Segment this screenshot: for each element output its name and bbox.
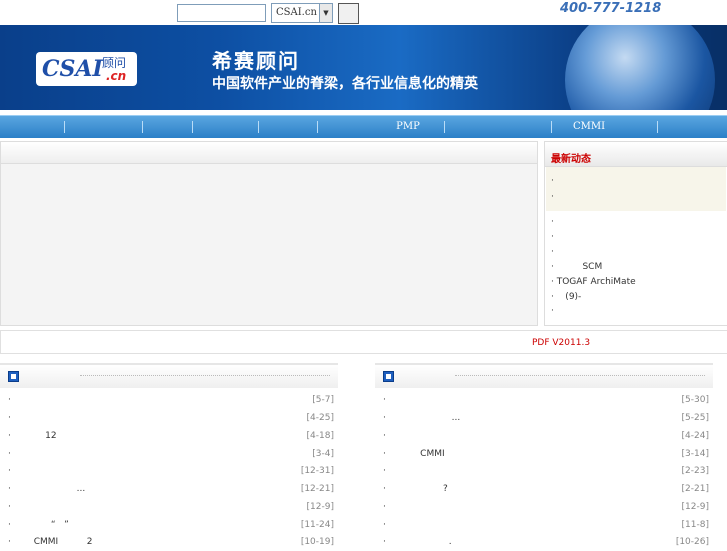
site-select[interactable]: CSAI.cn ▼: [271, 3, 333, 23]
list-item[interactable]: · ? [2-21]: [375, 480, 715, 498]
news-column-right: · [5-30] · ... [5-25] · [4-24] · CMMI [3-14]…: [375, 363, 715, 547]
banner-slogan: 中国软件产业的脊梁，各行业信息化的精英: [212, 76, 478, 92]
side-item[interactable]: · SCM: [551, 262, 602, 272]
side-highlight: [546, 167, 726, 211]
list-item[interactable]: · . [10-26]: [375, 533, 715, 551]
logo-text: CSAI: [42, 56, 103, 82]
side-item[interactable]: ·: [551, 247, 554, 257]
side-panel-title: 最新动态: [551, 154, 591, 165]
nav-item-7[interactable]: [445, 116, 551, 138]
nav-item-3[interactable]: [143, 116, 192, 138]
nav-item-5[interactable]: [259, 116, 317, 138]
logo[interactable]: CSAI 顾问 .cn: [36, 52, 137, 86]
list-item[interactable]: · CMMI [3-14]: [375, 445, 715, 463]
main-panel: [0, 141, 538, 326]
list-item[interactable]: · [2-23]: [375, 462, 715, 480]
nav-item-9[interactable]: [658, 116, 727, 138]
nav-item-2[interactable]: [65, 116, 142, 138]
side-item[interactable]: · (9)-: [551, 292, 581, 302]
side-item[interactable]: ·: [551, 217, 554, 227]
list-item[interactable]: · [11-8]: [375, 516, 715, 534]
list-item[interactable]: · “ ” [11-24]: [0, 516, 340, 534]
pdf-notice: PDF V2011.3: [0, 330, 727, 354]
divider: [455, 375, 705, 376]
top-bar: CSAI.cn ▼ 400-777-1218: [0, 0, 727, 24]
logo-domain: .cn: [106, 69, 127, 83]
banner: CSAI 顾问 .cn 希赛顾问 中国软件产业的脊梁，各行业信息化的精英: [0, 25, 727, 110]
news-header-left: [0, 363, 338, 388]
banner-title: 希赛顾问: [212, 49, 300, 73]
list-item[interactable]: · [12-9]: [0, 498, 340, 516]
list-item[interactable]: · [5-30]: [375, 391, 715, 409]
list-item[interactable]: · [12-31]: [0, 462, 340, 480]
nav-item-cmmi[interactable]: CMMI: [552, 116, 626, 138]
nav-item-pmp[interactable]: PMP: [372, 116, 444, 138]
list-item[interactable]: · [12-9]: [375, 498, 715, 516]
list-item[interactable]: · [5-7]: [0, 391, 340, 409]
pdf-notice-link[interactable]: PDF V2011.3: [532, 338, 590, 348]
side-panel-header: 最新动态: [545, 142, 727, 167]
search-input[interactable]: [177, 4, 266, 22]
side-item[interactable]: ·: [551, 306, 554, 316]
site-select-value: CSAI.cn: [276, 7, 317, 18]
globe-image: [565, 25, 715, 110]
section-icon: [383, 371, 394, 382]
section-icon: [8, 371, 19, 382]
list-item[interactable]: · [3-4]: [0, 445, 340, 463]
search-button[interactable]: [338, 3, 359, 24]
list-item[interactable]: · 12 [4-18]: [0, 427, 340, 445]
phone-number: 400-777-1218: [560, 1, 662, 16]
list-item[interactable]: · CMMI 2 [10-19]: [0, 533, 340, 551]
list-item[interactable]: · ... [12-21]: [0, 480, 340, 498]
list-item[interactable]: · [4-25]: [0, 409, 340, 427]
chevron-down-icon[interactable]: ▼: [319, 4, 332, 22]
news-header-right: [375, 363, 713, 388]
side-panel: 最新动态 · · · · · · SCM · TOGAF ArchiMate ·…: [544, 141, 727, 326]
nav-item-1[interactable]: [0, 116, 64, 138]
divider: [80, 375, 330, 376]
side-item[interactable]: ·: [551, 192, 554, 202]
side-item[interactable]: ·: [551, 232, 554, 242]
side-item[interactable]: ·: [551, 176, 554, 186]
side-item[interactable]: · TOGAF ArchiMate: [551, 277, 636, 287]
list-item[interactable]: · ... [5-25]: [375, 409, 715, 427]
main-panel-header: [1, 142, 537, 164]
main-nav: PMP CMMI: [0, 115, 727, 138]
news-column-left: · [5-7] · [4-25] · 12 [4-18] · [3-4] · [12-31…: [0, 363, 340, 547]
list-item[interactable]: · [4-24]: [375, 427, 715, 445]
nav-item-4[interactable]: [193, 116, 258, 138]
nav-divider: [317, 121, 318, 133]
